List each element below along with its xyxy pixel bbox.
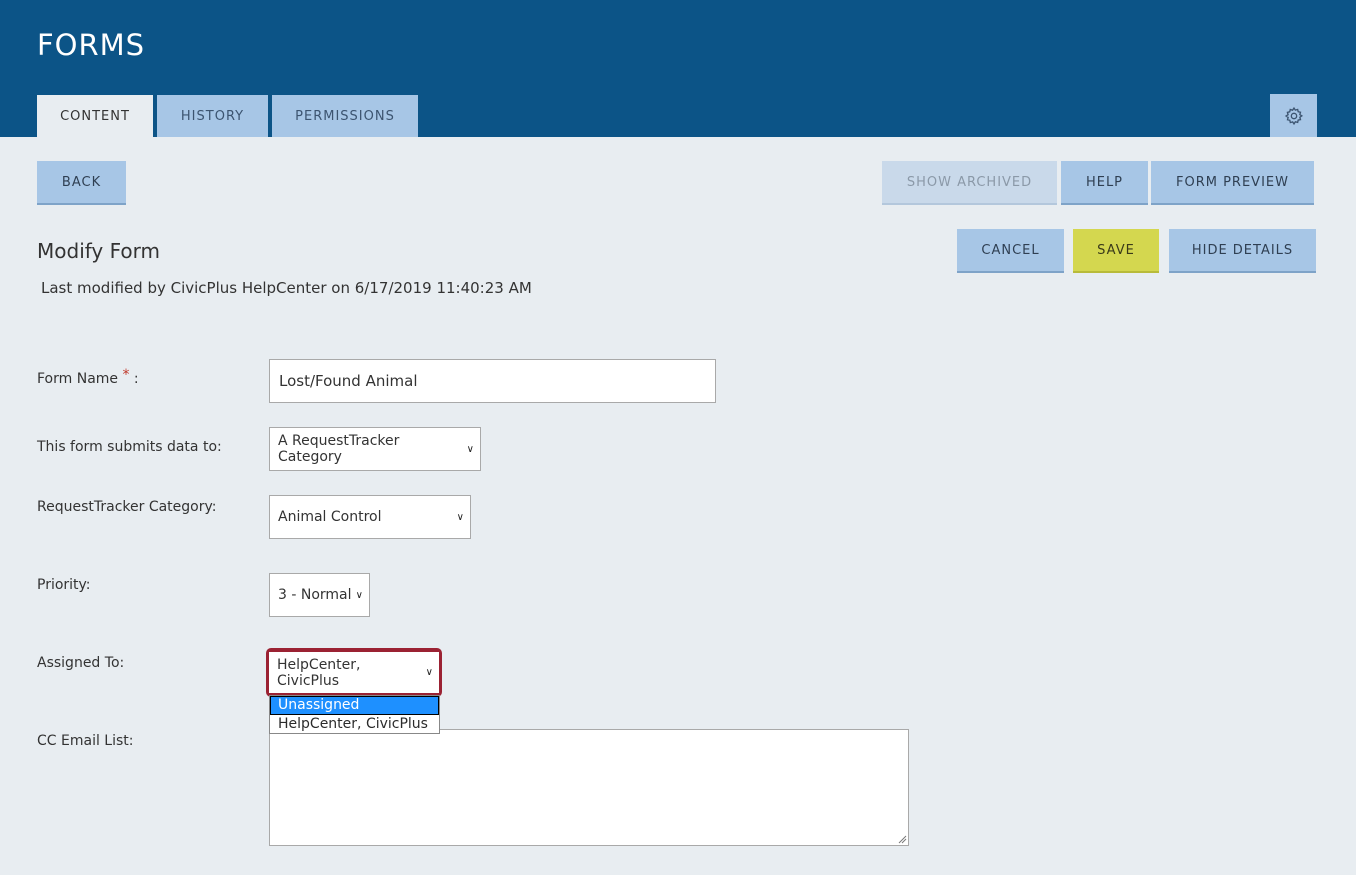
assigned-to-select[interactable]: HelpCenter, CivicPlus ∨ xyxy=(269,652,439,693)
show-archived-button[interactable]: SHOW ARCHIVED xyxy=(882,161,1057,205)
tab-label: CONTENT xyxy=(60,108,130,124)
last-modified-text: Last modified by CivicPlus HelpCenter on… xyxy=(41,279,532,297)
form-name-input[interactable]: Lost/Found Animal xyxy=(269,359,716,403)
header-bar: FORMS CONTENT HISTORY PERMISSIONS xyxy=(0,0,1356,137)
submits-to-select[interactable]: A RequestTracker Category ∨ xyxy=(269,427,481,471)
form-preview-button[interactable]: FORM PREVIEW xyxy=(1151,161,1314,205)
form-name-label: Form Name * : xyxy=(37,367,139,387)
help-button[interactable]: HELP xyxy=(1061,161,1148,205)
category-select[interactable]: Animal Control ∨ xyxy=(269,495,471,539)
cancel-button[interactable]: CANCEL xyxy=(957,229,1064,273)
category-value: Animal Control xyxy=(278,509,382,525)
assigned-to-label: Assigned To: xyxy=(37,655,125,671)
hide-details-button[interactable]: HIDE DETAILS xyxy=(1169,229,1316,273)
tab-label: HISTORY xyxy=(180,108,245,124)
resize-grip-icon[interactable] xyxy=(897,834,907,844)
app-title: FORMS xyxy=(37,28,146,62)
cc-email-textarea[interactable] xyxy=(269,729,909,846)
form-name-value: Lost/Found Animal xyxy=(279,372,418,390)
priority-value: 3 - Normal xyxy=(278,587,352,603)
dropdown-option-unassigned[interactable]: Unassigned xyxy=(270,696,439,715)
label-suffix: : xyxy=(129,371,139,387)
tab-permissions[interactable]: PERMISSIONS xyxy=(272,95,418,137)
gear-icon xyxy=(1284,106,1303,125)
category-label: RequestTracker Category: xyxy=(37,499,217,515)
assigned-to-dropdown-list: Unassigned HelpCenter, CivicPlus xyxy=(269,695,440,734)
chevron-down-icon: ∨ xyxy=(425,667,433,678)
submits-to-label: This form submits data to: xyxy=(37,439,222,455)
tab-history[interactable]: HISTORY xyxy=(157,95,268,137)
tab-label: PERMISSIONS xyxy=(295,108,395,124)
form-name-label-text: Form Name xyxy=(37,371,119,387)
priority-select[interactable]: 3 - Normal ∨ xyxy=(269,573,370,617)
save-button[interactable]: SAVE xyxy=(1073,229,1159,273)
page-title: Modify Form xyxy=(37,239,161,263)
submits-to-value: A RequestTracker Category xyxy=(278,433,400,465)
assigned-to-value: HelpCenter, CivicPlus xyxy=(277,656,361,689)
settings-button[interactable] xyxy=(1270,94,1317,137)
chevron-down-icon: ∨ xyxy=(355,589,363,601)
tab-content[interactable]: CONTENT xyxy=(37,95,153,137)
dropdown-option-helpcenter[interactable]: HelpCenter, CivicPlus xyxy=(270,715,439,734)
back-button[interactable]: BACK xyxy=(37,161,126,205)
cc-email-label: CC Email List: xyxy=(37,733,134,749)
required-marker: * xyxy=(122,367,130,383)
chevron-down-icon: ∨ xyxy=(466,443,474,455)
priority-label: Priority: xyxy=(37,577,91,593)
chevron-down-icon: ∨ xyxy=(456,511,464,523)
